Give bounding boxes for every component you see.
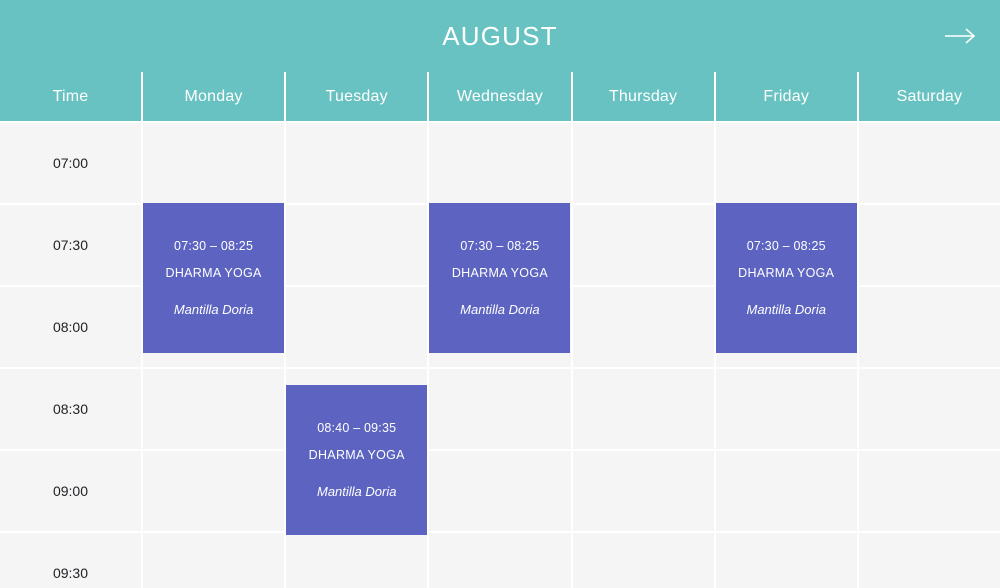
column-header-wednesday[interactable]: Wednesday (429, 72, 571, 121)
slot-cell-thursday-0800[interactable] (572, 287, 714, 367)
event-time-range: 07:30 – 08:25 (174, 239, 254, 253)
time-label: 09:30 (0, 533, 141, 588)
slot-cell-wednesday-0900[interactable] (429, 451, 571, 531)
event-title: DHARMA YOGA (308, 448, 405, 462)
time-label: 08:30 (0, 369, 141, 449)
slot-cell-saturday-0730[interactable] (858, 205, 1000, 285)
slot-cell-friday-0900[interactable] (715, 451, 857, 531)
slot-cell-saturday-0700[interactable] (858, 123, 1000, 203)
time-slot-row: 08:30 (0, 369, 1000, 449)
slot-cell-thursday-0900[interactable] (572, 451, 714, 531)
event-instructor: Mantilla Doria (173, 302, 254, 317)
column-header-tuesday[interactable]: Tuesday (286, 72, 428, 121)
event-block[interactable]: 07:30 – 08:25 DHARMA YOGA Mantilla Doria (715, 203, 857, 353)
event-title: DHARMA YOGA (738, 266, 835, 280)
column-header-saturday[interactable]: Saturday (858, 72, 1000, 121)
event-title: DHARMA YOGA (451, 266, 548, 280)
slot-cell-saturday-0830[interactable] (858, 369, 1000, 449)
column-header-thursday[interactable]: Thursday (572, 72, 714, 121)
column-header-friday[interactable]: Friday (715, 72, 857, 121)
slot-cell-wednesday-0830[interactable] (429, 369, 571, 449)
slot-cell-thursday-0830[interactable] (572, 369, 714, 449)
slot-cell-thursday-0730[interactable] (572, 205, 714, 285)
slot-cell-saturday-0800[interactable] (858, 287, 1000, 367)
calendar-grid: 07:00 07:30 08:00 08:30 09:00 09:30 07:30 – 0… (0, 123, 1000, 588)
slot-cell-tuesday-0930[interactable] (286, 533, 428, 588)
event-block[interactable]: 07:30 – 08:25 DHARMA YOGA Mantilla Doria (429, 203, 571, 353)
time-slot-row: 09:30 (0, 533, 1000, 588)
slot-cell-monday-0900[interactable] (143, 451, 285, 531)
time-label: 08:00 (0, 287, 141, 367)
calendar-header: AUGUST (0, 0, 1000, 72)
event-title: DHARMA YOGA (165, 266, 262, 280)
page-title: AUGUST (442, 20, 558, 51)
slot-cell-saturday-0900[interactable] (858, 451, 1000, 531)
event-time-range: 08:40 – 09:35 (317, 421, 397, 435)
day-header-row: Time Monday Tuesday Wednesday Thursday F… (0, 72, 1000, 123)
schedule-calendar: AUGUST Time Monday Tuesday Wednesday Thu… (0, 0, 1000, 588)
time-slot-rows: 07:00 07:30 08:00 08:30 09:00 09:30 (0, 123, 1000, 588)
slot-cell-monday-0930[interactable] (143, 533, 285, 588)
event-instructor: Mantilla Doria (316, 484, 397, 499)
time-slot-row: 07:00 (0, 123, 1000, 203)
slot-cell-monday-0700[interactable] (143, 123, 285, 203)
column-header-monday[interactable]: Monday (143, 72, 285, 121)
slot-cell-tuesday-0700[interactable] (286, 123, 428, 203)
slot-cell-tuesday-0730[interactable] (286, 205, 428, 285)
slot-cell-saturday-0930[interactable] (858, 533, 1000, 588)
slot-cell-thursday-0700[interactable] (572, 123, 714, 203)
slot-cell-thursday-0930[interactable] (572, 533, 714, 588)
time-slot-row: 09:00 (0, 451, 1000, 531)
time-label: 07:30 (0, 205, 141, 285)
event-instructor: Mantilla Doria (460, 302, 540, 317)
arrow-right-icon (944, 27, 978, 45)
time-label: 09:00 (0, 451, 141, 531)
event-block[interactable]: 08:40 – 09:35 DHARMA YOGA Mantilla Doria (286, 385, 428, 535)
event-instructor: Mantilla Doria (746, 302, 826, 317)
slot-cell-friday-0830[interactable] (715, 369, 857, 449)
slot-cell-wednesday-0930[interactable] (429, 533, 571, 588)
event-block[interactable]: 07:30 – 08:25 DHARMA YOGA Mantilla Doria (143, 203, 285, 353)
slot-cell-monday-0830[interactable] (143, 369, 285, 449)
column-header-time: Time (0, 72, 141, 121)
slot-cell-friday-0930[interactable] (715, 533, 857, 588)
slot-cell-wednesday-0700[interactable] (429, 123, 571, 203)
event-time-range: 07:30 – 08:25 (460, 239, 540, 253)
event-time-range: 07:30 – 08:25 (746, 239, 826, 253)
slot-cell-friday-0700[interactable] (715, 123, 857, 203)
time-label: 07:00 (0, 123, 141, 203)
slot-cell-tuesday-0800[interactable] (286, 287, 428, 367)
next-month-button[interactable] (940, 15, 982, 57)
